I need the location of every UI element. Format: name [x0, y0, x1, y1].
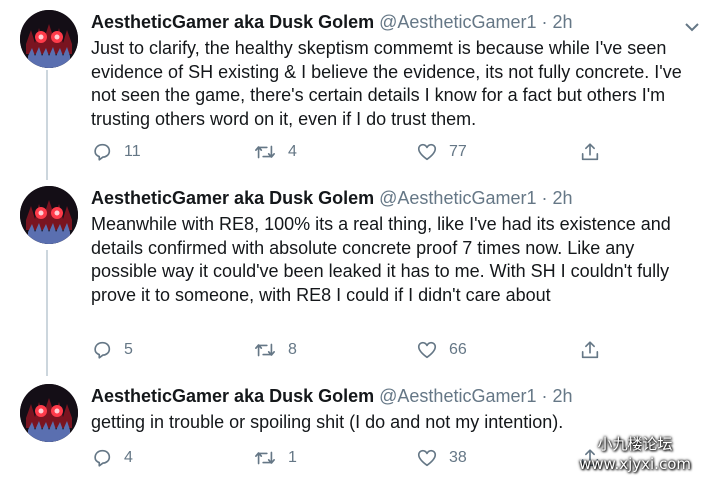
reply-icon [91, 447, 113, 469]
retweet-button[interactable]: 1 [253, 446, 297, 470]
reply-count: 4 [124, 449, 133, 466]
like-count: 66 [449, 341, 467, 358]
tweet[interactable]: AestheticGamer aka Dusk Golem @Aesthetic… [0, 10, 713, 180]
heart-icon [416, 447, 438, 469]
avatar[interactable] [20, 186, 78, 244]
share-button[interactable] [579, 140, 601, 164]
reply-button[interactable]: 11 [91, 140, 141, 164]
reply-button[interactable]: 5 [91, 338, 133, 362]
separator-dot: · [541, 188, 548, 208]
tweet-text: getting in trouble or spoiling shit (I d… [91, 412, 564, 432]
author-handle[interactable]: @AestheticGamer1 [379, 188, 536, 208]
avatar[interactable] [20, 10, 78, 68]
tweet-actions: 11 4 77 [91, 140, 711, 164]
tweet-actions: 5 8 66 [91, 338, 711, 362]
retweet-button[interactable]: 8 [253, 338, 297, 362]
watermark-title: 小九楼论坛 [597, 435, 673, 453]
share-icon [579, 141, 601, 163]
reply-icon [91, 339, 113, 361]
author-handle[interactable]: @AestheticGamer1 [379, 386, 536, 406]
watermark-url: www.xjyxi.com [579, 455, 691, 473]
retweet-count: 1 [288, 449, 297, 466]
like-button[interactable]: 66 [416, 338, 467, 362]
like-count: 38 [449, 449, 467, 466]
author-handle[interactable]: @AestheticGamer1 [379, 12, 536, 32]
tweet-header: AestheticGamer aka Dusk Golem @Aesthetic… [91, 12, 573, 33]
timestamp[interactable]: 2h [553, 188, 573, 208]
separator-dot: · [541, 12, 548, 32]
like-button[interactable]: 77 [416, 140, 467, 164]
author-name[interactable]: AestheticGamer aka Dusk Golem [91, 386, 374, 406]
tweet-text: Just to clarify, the healthy skeptism co… [91, 38, 682, 129]
author-name[interactable]: AestheticGamer aka Dusk Golem [91, 188, 374, 208]
tweet-header: AestheticGamer aka Dusk Golem @Aesthetic… [91, 386, 573, 407]
share-icon [579, 339, 601, 361]
tweet-text: Meanwhile with RE8, 100% its a real thin… [91, 214, 671, 305]
heart-icon [416, 339, 438, 361]
like-button[interactable]: 38 [416, 446, 467, 470]
tweet-header: AestheticGamer aka Dusk Golem @Aesthetic… [91, 188, 573, 209]
timestamp[interactable]: 2h [553, 12, 573, 32]
reply-count: 11 [124, 143, 141, 160]
heart-icon [416, 141, 438, 163]
watermark: 小九楼论坛 www.xjyxi.com [560, 434, 710, 474]
reply-count: 5 [124, 341, 133, 358]
like-count: 77 [449, 143, 467, 160]
share-button[interactable] [579, 338, 601, 362]
retweet-icon [253, 141, 277, 163]
retweet-icon [253, 339, 277, 361]
reply-icon [91, 141, 113, 163]
retweet-icon [253, 447, 277, 469]
author-name[interactable]: AestheticGamer aka Dusk Golem [91, 12, 374, 32]
reply-button[interactable]: 4 [91, 446, 133, 470]
separator-dot: · [541, 386, 548, 406]
chevron-down-icon[interactable] [684, 20, 700, 32]
timestamp[interactable]: 2h [553, 386, 573, 406]
retweet-count: 4 [288, 143, 297, 160]
retweet-count: 8 [288, 341, 297, 358]
retweet-button[interactable]: 4 [253, 140, 297, 164]
avatar[interactable] [20, 384, 78, 442]
tweet[interactable]: AestheticGamer aka Dusk Golem @Aesthetic… [0, 186, 713, 374]
